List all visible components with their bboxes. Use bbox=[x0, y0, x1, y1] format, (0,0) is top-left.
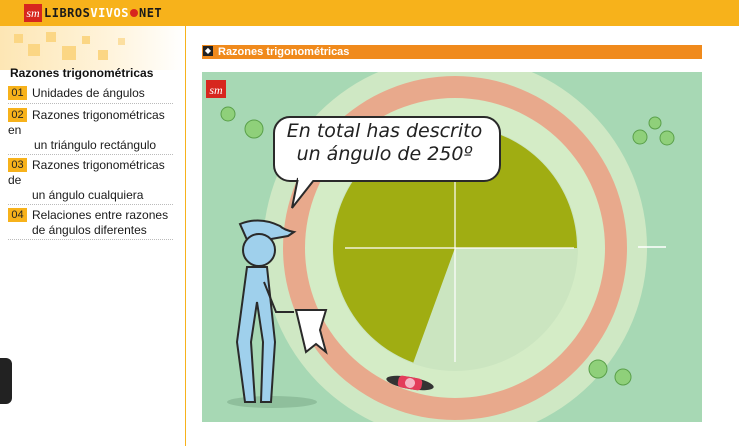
sidebar-item-label: Unidades de ángulos bbox=[32, 86, 145, 100]
sidebar-decoration bbox=[0, 26, 185, 70]
sidebar-item-label: un triángulo rectángulo bbox=[34, 138, 157, 152]
sidebar-item-angulo-cualquiera[interactable]: 03 Razones trigonométricas de un ángulo … bbox=[8, 158, 173, 205]
sidebar-item-unidades[interactable]: 01 Unidades de ángulos bbox=[8, 86, 173, 104]
sm-logo-mark: sm bbox=[24, 4, 42, 22]
sm-logo-badge: sm bbox=[206, 80, 226, 98]
sidebar-item-number: 03 bbox=[8, 158, 27, 172]
top-header-bar: sm LIBROSVIVOS NET bbox=[0, 0, 739, 26]
badge-text: sm bbox=[209, 83, 223, 97]
section-bullet-icon: ◆ bbox=[203, 46, 213, 56]
speech-line-1: En total has descrito bbox=[286, 120, 483, 142]
speech-bubble-text: En total has descrito un ángulo de 250º bbox=[272, 120, 497, 166]
sidebar-item-triangulo-rectangulo[interactable]: 02 Razones trigonométricas en un triángu… bbox=[8, 108, 173, 155]
sidebar-divider bbox=[185, 26, 186, 446]
sidebar-item-label: Relaciones entre razones bbox=[32, 208, 169, 222]
sidebar-item-label: Razones trigonométricas bbox=[32, 108, 165, 122]
sidebar-item-label: en bbox=[8, 123, 22, 137]
librosvivos-logo[interactable]: sm LIBROSVIVOS NET bbox=[24, 3, 162, 23]
section-title: Razones trigonométricas bbox=[218, 46, 350, 58]
sidebar-item-label: de ángulos diferentes bbox=[32, 223, 147, 237]
speech-line-2: un ángulo de 250º bbox=[296, 143, 473, 165]
sidebar-item-label: de bbox=[8, 173, 22, 187]
device-icon bbox=[0, 358, 12, 404]
sidebar-item-number: 02 bbox=[8, 108, 27, 122]
sidebar-title: Razones trigonométricas bbox=[10, 66, 154, 80]
sidebar-item-relaciones[interactable]: 04 Relaciones entre razones de ángulos d… bbox=[8, 208, 173, 240]
sidebar-item-number: 04 bbox=[8, 208, 27, 222]
sidebar-item-label: Razones trigonométricas bbox=[32, 158, 165, 172]
sidebar-item-number: 01 bbox=[8, 86, 27, 100]
logo-wordmark: LIBROSVIVOS NET bbox=[44, 6, 163, 20]
sidebar-item-label: un ángulo cualquiera bbox=[32, 188, 144, 202]
